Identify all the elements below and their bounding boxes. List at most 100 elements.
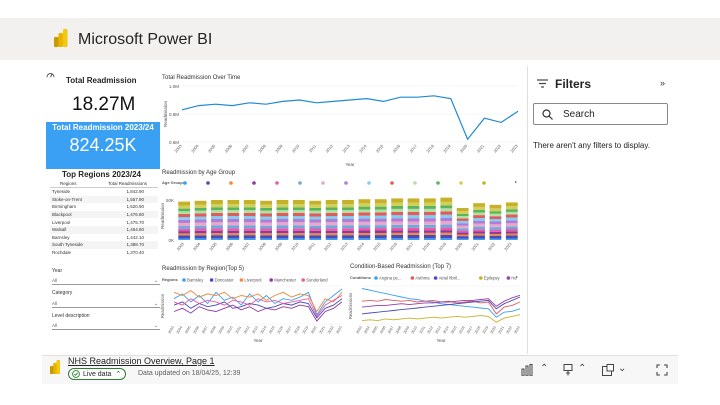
legend-label: Asthma xyxy=(415,276,430,281)
chevron-right-icon[interactable]: ▸ xyxy=(515,179,517,184)
stacked-bar-segment xyxy=(424,218,436,222)
table-row[interactable]: Rochdale 1,370.40 xyxy=(50,249,158,257)
region-legend-label: Regions xyxy=(162,277,178,282)
stacked-bar-segment xyxy=(489,216,502,220)
live-data-badge[interactable]: Live data ⌃ xyxy=(68,368,127,380)
bar-chart-icon[interactable] xyxy=(521,364,535,376)
stacked-bar-segment xyxy=(309,235,322,239)
page-link[interactable]: NHS Readmission Overview, Page 1 xyxy=(68,356,215,366)
stacked-bar-segment xyxy=(407,221,420,225)
card-2023-24[interactable]: Total Readmission 2023/24 824.25K xyxy=(46,122,160,169)
stacked-bar-segment xyxy=(358,225,371,229)
x-tick-label: 2011 xyxy=(307,241,317,251)
stacked-bar-segment xyxy=(325,204,338,208)
x-tick-label: 2010 xyxy=(290,241,300,252)
stacked-bar-segment xyxy=(505,228,518,232)
bookmark-icon[interactable] xyxy=(563,364,573,376)
x-tick-label: 2009 xyxy=(218,326,225,335)
stacked-bar-segment xyxy=(440,230,453,233)
stacked-bar-segment xyxy=(358,228,371,231)
condition-legend[interactable]: Angina pe... Asthma Atrial fibril... Epilep… xyxy=(372,274,517,282)
x-tick-label: 2021 xyxy=(476,143,486,154)
stacked-bar-segment xyxy=(211,238,223,240)
x-tick-label: 2015 xyxy=(450,326,457,335)
fullscreen-icon[interactable] xyxy=(656,364,668,376)
stacked-bar-segment xyxy=(227,238,240,240)
stacked-bar-segment xyxy=(211,225,223,229)
x-tick-label: 2013 xyxy=(339,241,349,252)
table-row[interactable]: Stoke-on-Trent 1,557.90 xyxy=(50,195,158,204)
slicer-level-dropdown[interactable]: All ⌄ xyxy=(52,323,160,330)
stacked-bar-segment xyxy=(374,218,387,222)
x-tick-label: 2019 xyxy=(437,241,447,252)
x-tick-label: 2017 xyxy=(405,241,415,252)
stacked-bar-segment xyxy=(211,212,223,217)
data-updated-text: Data updated on 18/04/25, 12:39 xyxy=(138,370,241,377)
legend-label: Epilepsy xyxy=(484,276,501,281)
x-tick-label: 2011 xyxy=(419,326,426,335)
table-row[interactable]: Tyneside 1,842.90 xyxy=(50,188,158,196)
slicer-category-dropdown[interactable]: All ⌄ xyxy=(52,301,160,308)
condition-chart[interactable]: 2003 2004 2005 2006 2007 2008 2009 2010 2011 2012… xyxy=(348,284,524,344)
collapse-pane-icon[interactable]: » xyxy=(660,78,665,88)
x-tick-label: 2006 xyxy=(224,143,234,154)
stacked-bar-segment xyxy=(243,233,256,236)
over-time-chart[interactable]: 1.0M0.8M0.6M2003 2004 2005 2006 2007 2008 2009… xyxy=(160,82,524,168)
stacked-bar-segment xyxy=(211,210,223,213)
stacked-bar-segment xyxy=(456,232,469,235)
top-regions-table[interactable]: Regions Total Readmissions Tyneside 1,842… xyxy=(50,180,158,256)
stacked-bar-segment xyxy=(473,238,485,240)
page-view-icon[interactable] xyxy=(602,364,614,376)
x-tick-label: 2004 xyxy=(192,241,202,252)
stacked-bar-segment xyxy=(325,218,338,223)
x-tick-label: 2011 xyxy=(308,143,318,153)
stacked-bar-segment xyxy=(292,210,305,213)
x-tick-label: 2007 xyxy=(201,326,208,335)
stacked-bar-segment xyxy=(391,224,404,228)
x-tick-label: 2020 xyxy=(490,326,497,335)
region-legend[interactable]: Barnsley Doncaster Liverpool Manchester Sund… xyxy=(180,276,340,284)
stacked-bar-segment xyxy=(342,216,354,219)
stacked-bar-segment xyxy=(489,211,502,214)
table-row[interactable]: Barnsley 1,442.10 xyxy=(50,234,158,242)
table-row[interactable]: Blackpool 1,476.80 xyxy=(50,210,158,219)
table-row[interactable]: Walsall 1,464.80 xyxy=(50,225,158,234)
x-tick-label: 2018 xyxy=(293,326,300,335)
stacked-bar-segment xyxy=(424,232,436,235)
region-chart[interactable]: 2003 2004 2005 2006 2007 2008 2009 2010 2011 2012… xyxy=(160,284,346,344)
slicer-year-dropdown[interactable]: All ⌄ xyxy=(52,278,160,285)
legend-swatch xyxy=(183,181,187,185)
stacked-bar-segment xyxy=(292,212,305,217)
legend-swatch xyxy=(239,278,244,282)
age-group-legend[interactable] xyxy=(182,179,512,187)
stacked-bar-segment xyxy=(440,224,453,228)
stacked-bar-segment xyxy=(325,212,338,217)
chevron-down-icon[interactable]: ⌄ xyxy=(618,363,626,374)
stacked-bar-segment xyxy=(325,233,338,236)
x-tick-label: 2005 xyxy=(207,143,217,154)
chevron-right-icon[interactable]: ▸ xyxy=(516,274,518,279)
stacked-bar-segment xyxy=(276,212,289,217)
legend-swatch xyxy=(479,276,483,280)
stacked-bar-segment xyxy=(358,199,371,204)
stacked-bar-segment xyxy=(309,210,322,214)
column-header-total[interactable]: Total Readmissions xyxy=(108,181,156,186)
stacked-bar-segment xyxy=(456,213,469,217)
chevron-up-icon[interactable]: ⌃ xyxy=(578,363,586,374)
legend-swatch xyxy=(252,181,256,185)
x-tick-label: 2014 xyxy=(358,143,368,154)
chevron-up-icon[interactable]: ⌃ xyxy=(540,363,548,374)
stacked-bar-segment xyxy=(440,211,453,215)
table-row[interactable]: Liverpool 1,475.70 xyxy=(50,218,158,226)
legend-swatch xyxy=(459,181,463,185)
card-label: Total Readmission 2023/24 xyxy=(52,123,154,132)
table-row[interactable]: South Tyneside 1,388.70 xyxy=(50,241,158,249)
table-row[interactable]: Birmingham 1,520.90 xyxy=(50,203,158,211)
stacked-bar-segment xyxy=(358,212,371,216)
stacked-bar-segment xyxy=(194,230,207,234)
column-header-regions[interactable]: Regions xyxy=(50,181,108,186)
stacked-bar-segment xyxy=(178,211,191,215)
stacked-bar-segment xyxy=(342,207,354,211)
filters-search-input[interactable]: Search xyxy=(533,103,668,125)
age-group-chart[interactable]: 50K 0K Readmission 2003 2004 2005 2006 2007 2008… xyxy=(160,188,524,258)
